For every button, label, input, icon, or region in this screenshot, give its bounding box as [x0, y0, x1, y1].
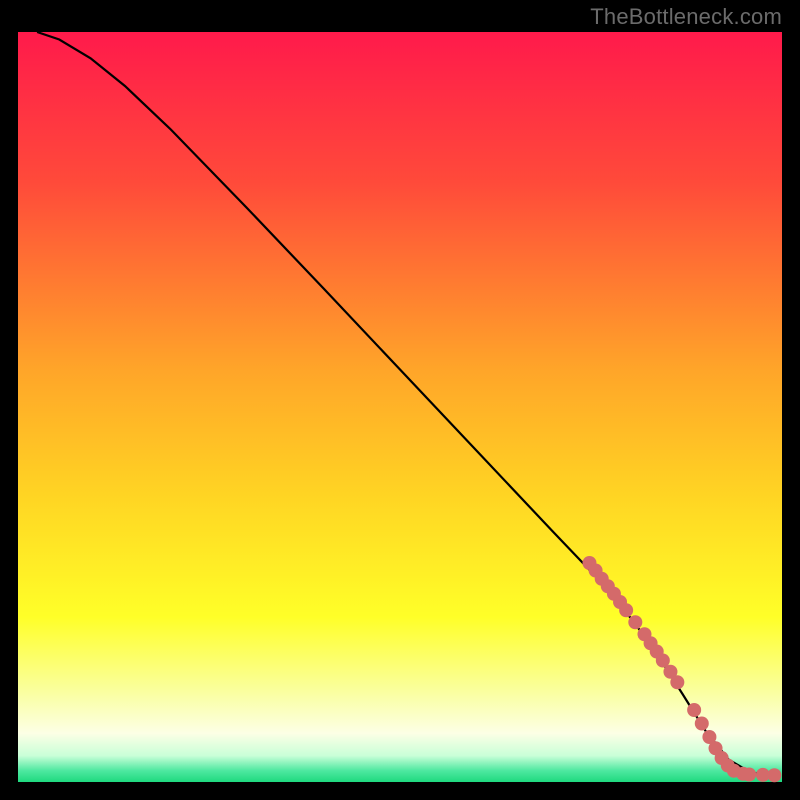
- data-point: [767, 768, 781, 782]
- data-point: [628, 615, 642, 629]
- data-point: [670, 675, 684, 689]
- data-point: [687, 703, 701, 717]
- chart-stage: TheBottleneck.com: [0, 0, 800, 800]
- data-point: [742, 768, 756, 782]
- data-point: [695, 717, 709, 731]
- data-point: [619, 603, 633, 617]
- attribution-label: TheBottleneck.com: [590, 4, 782, 30]
- chart-canvas: [0, 0, 800, 800]
